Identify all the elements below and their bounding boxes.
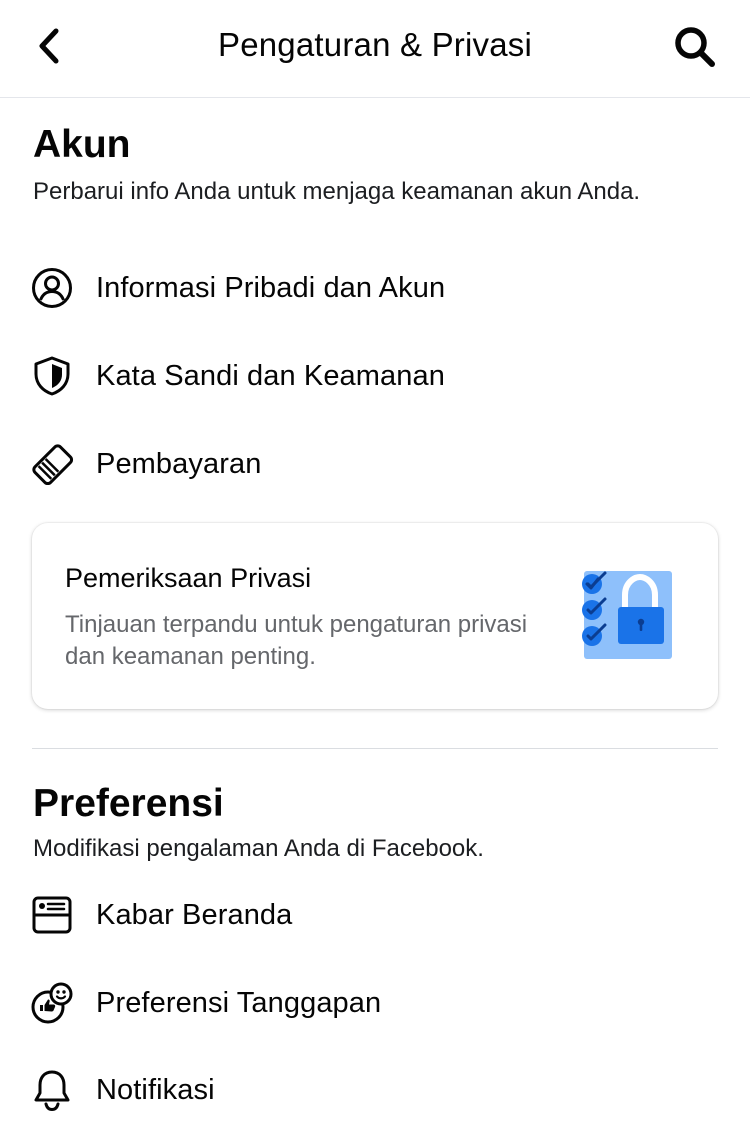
section-divider (32, 748, 718, 749)
menu-item-label: Notifikasi (96, 1073, 215, 1106)
bell-icon (30, 1068, 74, 1112)
checklist-padlock-illustration (578, 569, 674, 663)
account-section-title: Akun (33, 123, 131, 166)
menu-item-notifications[interactable]: Notifikasi (30, 1060, 720, 1120)
menu-item-payments[interactable]: Pembayaran (30, 434, 720, 494)
news-feed-icon (30, 893, 74, 937)
privacy-checkup-card[interactable]: Pemeriksaan Privasi Tinjauan terpandu un… (32, 523, 718, 709)
privacy-checkup-title: Pemeriksaan Privasi (65, 563, 312, 593)
reaction-icon (30, 981, 74, 1025)
menu-item-password-security[interactable]: Kata Sandi dan Keamanan (30, 346, 720, 406)
menu-item-personal-account-info[interactable]: Informasi Pribadi dan Akun (30, 258, 720, 318)
account-section: Akun Perbarui info Anda untuk menjaga ke… (33, 122, 723, 207)
search-icon (675, 27, 715, 67)
top-bar: Pengaturan & Privasi (0, 0, 750, 98)
menu-item-label: Kata Sandi dan Keamanan (96, 359, 445, 392)
payment-card-icon (30, 442, 74, 486)
search-button[interactable] (672, 24, 718, 70)
shield-icon (30, 354, 74, 398)
menu-item-reaction-preferences[interactable]: Preferensi Tanggapan (30, 973, 720, 1033)
page-title: Pengaturan & Privasi (217, 26, 532, 63)
preferences-section: Preferensi Modifikasi pengalaman Anda di… (33, 781, 723, 864)
person-circle-icon (30, 266, 74, 310)
account-section-description: Perbarui info Anda untuk menjaga keamana… (33, 178, 641, 205)
privacy-checkup-description: Tinjauan terpandu untuk pengaturan priva… (65, 611, 528, 670)
menu-item-label: Kabar Beranda (96, 898, 293, 931)
menu-item-news-feed[interactable]: Kabar Beranda (30, 885, 720, 945)
menu-item-label: Informasi Pribadi dan Akun (96, 271, 446, 304)
preferences-section-title: Preferensi (33, 782, 224, 825)
menu-item-label: Preferensi Tanggapan (96, 986, 382, 1019)
menu-item-label: Pembayaran (96, 447, 262, 480)
preferences-section-description: Modifikasi pengalaman Anda di Facebook. (33, 835, 484, 862)
